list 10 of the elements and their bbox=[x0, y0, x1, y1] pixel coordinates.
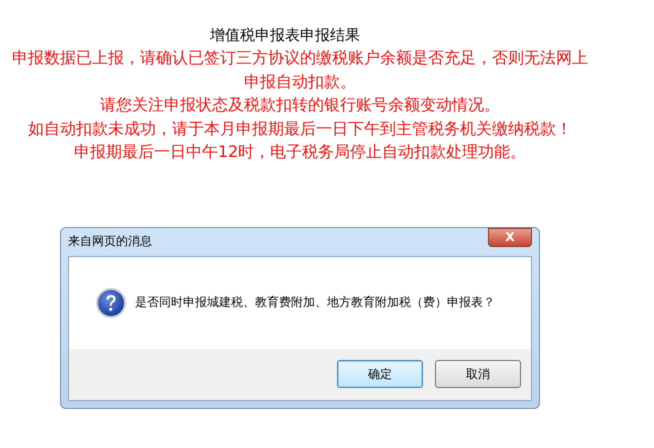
dialog-button[interactable]: 确定 bbox=[337, 360, 423, 388]
notice-text: 申报期最后一日中午12时，电子税务局停止自动扣款处理功能。 bbox=[72, 141, 528, 163]
dialog-message: 是否同时申报城建税、教育费附加、地方教育附加税（费）申报表？ bbox=[135, 294, 495, 311]
notice-text: 请您关注申报状态及税款扣转的银行账号余额变动情况。 bbox=[99, 94, 501, 116]
question-icon bbox=[95, 286, 127, 318]
notice-text: 如自动扣款未成功，请于本月申报期最后一日下午到主管税务机关缴纳税款！ bbox=[27, 118, 573, 140]
notice-text: 申报数据已上报，请确认已签订三方协议的缴税账户余额是否充足，否则无法网上申报自动扣款。 bbox=[11, 47, 589, 92]
page-title: 增值税申报表申报结果 bbox=[209, 25, 361, 46]
dialog-title: 来自网页的消息 bbox=[68, 233, 152, 250]
dialog-button[interactable]: 取消 bbox=[435, 360, 521, 388]
